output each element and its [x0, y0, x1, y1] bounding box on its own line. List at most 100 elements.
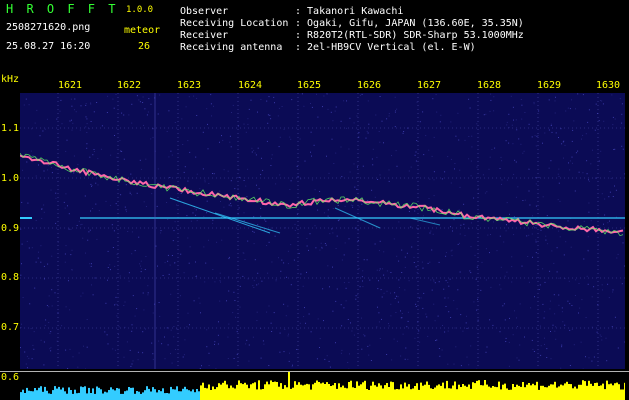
noise-speck: [200, 312, 201, 314]
noise-speck: [157, 113, 159, 115]
noise-speck: [326, 355, 328, 357]
histogram-bar: [150, 391, 152, 400]
noise-speck: [131, 231, 133, 233]
histogram-bar: [526, 384, 528, 400]
noise-speck: [281, 106, 283, 107]
noise-speck: [341, 325, 343, 327]
noise-speck: [217, 334, 219, 336]
noise-speck: [73, 155, 75, 157]
noise-speck: [460, 365, 462, 367]
noise-speck: [261, 280, 263, 282]
noise-speck: [367, 200, 369, 202]
noise-speck: [569, 365, 571, 366]
histogram-bar: [260, 389, 262, 400]
noise-speck: [90, 265, 92, 267]
histogram-bar: [396, 389, 398, 400]
histogram-bar: [484, 380, 486, 400]
noise-speck: [613, 149, 615, 150]
noise-speck: [555, 338, 557, 340]
noise-speck: [583, 220, 585, 222]
noise-speck: [33, 348, 35, 350]
noise-speck: [77, 164, 79, 166]
noise-speck: [168, 156, 170, 158]
noise-speck: [344, 205, 346, 207]
histogram-bar: [350, 380, 352, 400]
noise-speck: [571, 140, 573, 142]
noise-speck: [196, 220, 198, 222]
noise-speck: [361, 203, 363, 205]
noise-speck: [248, 344, 250, 346]
noise-speck: [601, 339, 603, 341]
noise-speck: [469, 270, 471, 272]
noise-speck: [587, 236, 589, 238]
noise-speck: [437, 315, 439, 317]
noise-speck: [621, 103, 623, 105]
noise-speck: [376, 269, 378, 271]
noise-speck: [481, 261, 483, 263]
noise-speck: [152, 128, 154, 130]
noise-speck: [299, 138, 301, 140]
noise-speck: [588, 202, 590, 204]
noise-speck: [271, 154, 273, 156]
noise-speck: [348, 148, 350, 150]
noise-speck: [270, 227, 272, 229]
noise-speck: [115, 296, 117, 298]
noise-speck: [535, 183, 537, 185]
histogram-bar: [316, 380, 318, 400]
noise-speck: [490, 234, 491, 235]
noise-speck: [142, 102, 144, 103]
noise-speck: [404, 256, 406, 258]
histogram-bar: [434, 387, 436, 400]
noise-speck: [31, 247, 33, 249]
noise-speck: [466, 315, 467, 317]
noise-speck: [110, 269, 111, 271]
noise-speck: [588, 179, 589, 181]
noise-speck: [227, 336, 229, 338]
histogram-bar: [492, 386, 494, 400]
histogram-spike: [288, 372, 290, 400]
noise-speck: [232, 312, 234, 314]
histogram-bar: [106, 392, 108, 400]
noise-speck: [202, 131, 204, 133]
histogram-bar: [162, 388, 164, 400]
noise-speck: [557, 173, 559, 175]
noise-speck: [127, 231, 129, 232]
noise-speck: [464, 139, 466, 141]
noise-speck: [567, 220, 569, 222]
noise-speck: [515, 196, 517, 198]
noise-speck: [246, 339, 248, 341]
noise-speck: [247, 118, 249, 120]
noise-speck: [504, 275, 506, 277]
noise-speck: [109, 264, 111, 266]
noise-speck: [334, 110, 336, 112]
noise-speck: [573, 120, 575, 122]
noise-speck: [558, 294, 560, 296]
noise-speck: [435, 94, 437, 96]
noise-speck: [378, 312, 380, 314]
noise-speck: [522, 200, 524, 201]
noise-speck: [550, 123, 552, 125]
noise-speck: [171, 255, 173, 256]
noise-speck: [278, 146, 280, 148]
histogram-bar: [410, 389, 412, 400]
noise-speck: [224, 193, 226, 195]
histogram-bar: [242, 384, 244, 400]
noise-speck: [471, 135, 473, 137]
noise-speck: [244, 259, 246, 260]
noise-speck: [587, 283, 589, 285]
histogram-bar: [202, 382, 204, 400]
noise-speck: [565, 110, 567, 112]
noise-speck: [208, 365, 210, 366]
noise-speck: [169, 177, 171, 178]
noise-speck: [287, 335, 289, 337]
noise-speck: [84, 195, 86, 197]
noise-speck: [381, 296, 383, 298]
noise-speck: [219, 141, 220, 143]
noise-speck: [604, 214, 606, 216]
noise-speck: [534, 296, 535, 298]
histogram-bar: [262, 389, 264, 400]
noise-speck: [415, 303, 417, 305]
noise-speck: [220, 281, 221, 283]
noise-speck: [190, 220, 192, 222]
noise-speck: [216, 241, 218, 243]
